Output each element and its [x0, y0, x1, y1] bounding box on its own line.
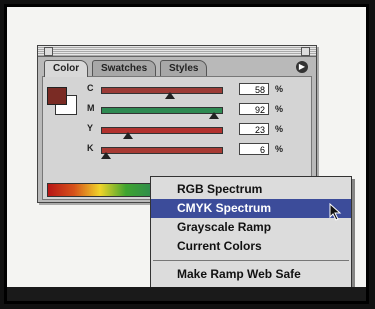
- black-slider[interactable]: [101, 147, 223, 154]
- yellow-row: Y 23 %: [87, 123, 307, 139]
- menu-item-cmyk-spectrum[interactable]: CMYK Spectrum: [151, 199, 351, 218]
- palette-tabs: Color Swatches Styles ▶: [44, 60, 310, 77]
- palette-titlebar[interactable]: [38, 46, 316, 57]
- tab-styles[interactable]: Styles: [160, 60, 208, 76]
- yellow-value-field[interactable]: 23: [239, 123, 269, 135]
- menu-separator: [153, 260, 349, 261]
- cyan-percent: %: [275, 84, 284, 94]
- black-slider-thumb[interactable]: [101, 152, 111, 159]
- channel-label-c: C: [87, 83, 94, 93]
- color-ramp-popup-menu: RGB Spectrum CMYK Spectrum Grayscale Ram…: [150, 176, 352, 292]
- bottom-bar: [7, 287, 366, 301]
- screenshot-frame: Color Swatches Styles ▶ C 58 % M 92 % Y …: [4, 4, 369, 304]
- tab-color[interactable]: Color: [44, 60, 89, 77]
- channel-label-k: K: [87, 143, 94, 153]
- zoom-box-icon[interactable]: [301, 47, 310, 56]
- magenta-slider[interactable]: [101, 107, 223, 114]
- yellow-percent: %: [275, 124, 284, 134]
- menu-item-current-colors[interactable]: Current Colors: [151, 237, 351, 256]
- close-box-icon[interactable]: [44, 47, 53, 56]
- color-ramp-spectrum[interactable]: [47, 183, 153, 197]
- mouse-pointer-icon: [329, 203, 342, 221]
- menu-item-grayscale-ramp[interactable]: Grayscale Ramp: [151, 218, 351, 237]
- magenta-value-field[interactable]: 92: [239, 103, 269, 115]
- black-value-field[interactable]: 6: [239, 143, 269, 155]
- channel-label-y: Y: [87, 123, 94, 133]
- menu-item-make-ramp-web-safe[interactable]: Make Ramp Web Safe: [151, 265, 351, 284]
- channel-label-m: M: [87, 103, 95, 113]
- yellow-slider[interactable]: [101, 127, 223, 134]
- foreground-color-swatch[interactable]: [47, 87, 67, 105]
- magenta-percent: %: [275, 104, 284, 114]
- magenta-row: M 92 %: [87, 103, 307, 119]
- black-row: K 6 %: [87, 143, 307, 159]
- cyan-value-field[interactable]: 58: [239, 83, 269, 95]
- palette-menu-arrow-icon[interactable]: ▶: [296, 61, 308, 73]
- menu-item-rgb-spectrum[interactable]: RGB Spectrum: [151, 180, 351, 199]
- cyan-slider[interactable]: [101, 87, 223, 94]
- tab-swatches[interactable]: Swatches: [92, 60, 157, 76]
- cyan-slider-thumb[interactable]: [165, 92, 175, 99]
- magenta-slider-thumb[interactable]: [209, 112, 219, 119]
- black-percent: %: [275, 144, 284, 154]
- cyan-row: C 58 %: [87, 83, 307, 99]
- yellow-slider-thumb[interactable]: [123, 132, 133, 139]
